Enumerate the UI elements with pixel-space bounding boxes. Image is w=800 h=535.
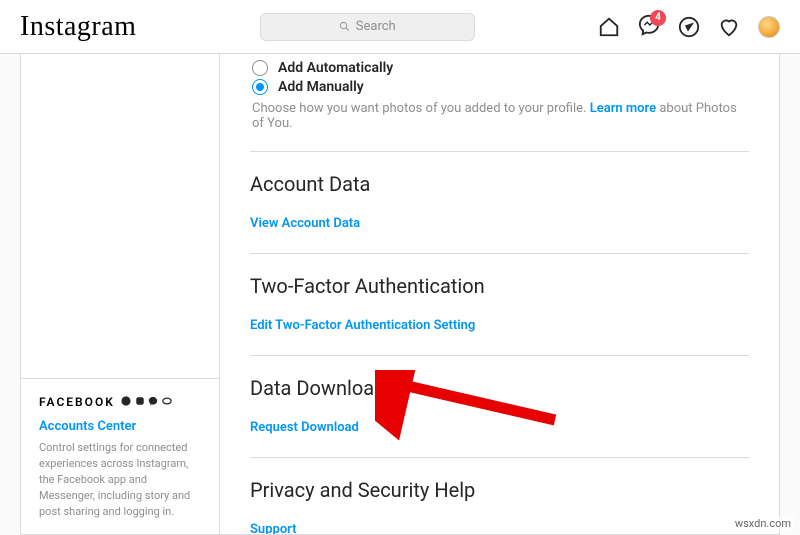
- notification-badge: 4: [650, 10, 666, 26]
- radio-label: Add Automatically: [278, 60, 393, 76]
- instagram-logo[interactable]: Instagram: [20, 11, 136, 43]
- request-download-link[interactable]: Request Download: [250, 420, 359, 435]
- activity-icon[interactable]: [718, 16, 740, 38]
- photos-of-you-group: Add Automatically Add Manually Choose ho…: [250, 54, 749, 131]
- meta-product-icons: [121, 396, 172, 409]
- search-wrap: Search: [136, 13, 598, 41]
- radio-add-automatically[interactable]: Add Automatically: [252, 60, 749, 76]
- search-placeholder: Search: [356, 19, 396, 34]
- radio-add-manually[interactable]: Add Manually: [252, 79, 749, 95]
- search-icon: [339, 21, 350, 32]
- section-data-download: Data Download Request Download: [250, 356, 749, 457]
- section-account-data: Account Data View Account Data: [250, 152, 749, 253]
- facebook-brand-row: FACEBOOK: [39, 395, 201, 409]
- section-title: Data Download: [250, 376, 749, 400]
- main-container: FACEBOOK Accounts Center Control setting…: [0, 54, 800, 535]
- radio-icon: [252, 79, 268, 95]
- settings-sidebar: FACEBOOK Accounts Center Control setting…: [20, 54, 220, 535]
- watermark: wsxdn.com: [732, 516, 794, 531]
- support-link[interactable]: Support: [250, 522, 297, 535]
- search-input[interactable]: Search: [260, 13, 475, 41]
- accounts-center-box: FACEBOOK Accounts Center Control setting…: [21, 378, 219, 534]
- accounts-center-description: Control settings for connected experienc…: [39, 440, 201, 520]
- accounts-center-link[interactable]: Accounts Center: [39, 419, 201, 434]
- profile-avatar[interactable]: [758, 16, 780, 38]
- helper-prefix: Choose how you want photos of you added …: [252, 101, 590, 116]
- section-title: Two-Factor Authentication: [250, 274, 749, 298]
- settings-content: Add Automatically Add Manually Choose ho…: [220, 54, 780, 535]
- radio-label: Add Manually: [278, 79, 364, 95]
- home-icon[interactable]: [598, 16, 620, 38]
- section-title: Account Data: [250, 172, 749, 196]
- facebook-brand-label: FACEBOOK: [39, 395, 115, 409]
- radio-icon: [252, 60, 268, 76]
- messenger-button[interactable]: 4: [638, 14, 660, 40]
- nav-icons: 4: [598, 14, 780, 40]
- section-privacy-help: Privacy and Security Help Support: [250, 458, 749, 535]
- sidebar-spacer: [21, 54, 219, 378]
- learn-more-link[interactable]: Learn more: [590, 101, 656, 116]
- explore-icon[interactable]: [678, 16, 700, 38]
- section-title: Privacy and Security Help: [250, 478, 749, 502]
- section-two-factor: Two-Factor Authentication Edit Two-Facto…: [250, 254, 749, 355]
- top-navbar: Instagram Search 4: [0, 0, 800, 54]
- photos-helper-text: Choose how you want photos of you added …: [252, 101, 749, 131]
- edit-two-factor-link[interactable]: Edit Two-Factor Authentication Setting: [250, 318, 475, 333]
- view-account-data-link[interactable]: View Account Data: [250, 216, 360, 231]
